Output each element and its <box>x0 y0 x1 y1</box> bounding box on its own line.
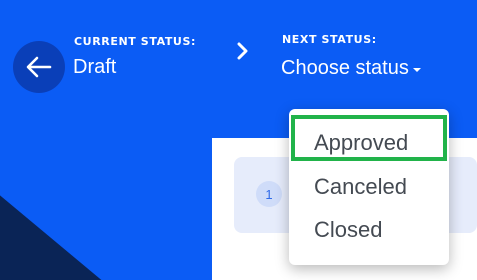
caret-down-icon <box>412 68 421 72</box>
dropdown-option-approved[interactable]: Approved <box>289 123 449 163</box>
decorative-shape <box>0 195 102 280</box>
back-button[interactable] <box>13 41 65 93</box>
next-status-label: NEXT STATUS: <box>282 33 377 46</box>
dropdown-option-closed[interactable]: Closed <box>289 210 449 250</box>
current-status-label: CURRENT STATUS: <box>74 35 196 48</box>
chevron-right-icon <box>236 41 250 61</box>
dropdown-option-canceled[interactable]: Canceled <box>289 167 449 207</box>
status-dropdown-menu: Approved Canceled Closed <box>289 109 449 265</box>
current-status-value: Draft <box>73 56 117 78</box>
arrow-left-icon <box>26 56 52 78</box>
status-selector[interactable]: Choose status <box>281 54 422 82</box>
workflow-header: CURRENT STATUS: Draft NEXT STATUS: Choos… <box>0 0 477 280</box>
step-number-badge: 1 <box>256 181 282 207</box>
next-status-value: Choose status <box>281 56 409 79</box>
